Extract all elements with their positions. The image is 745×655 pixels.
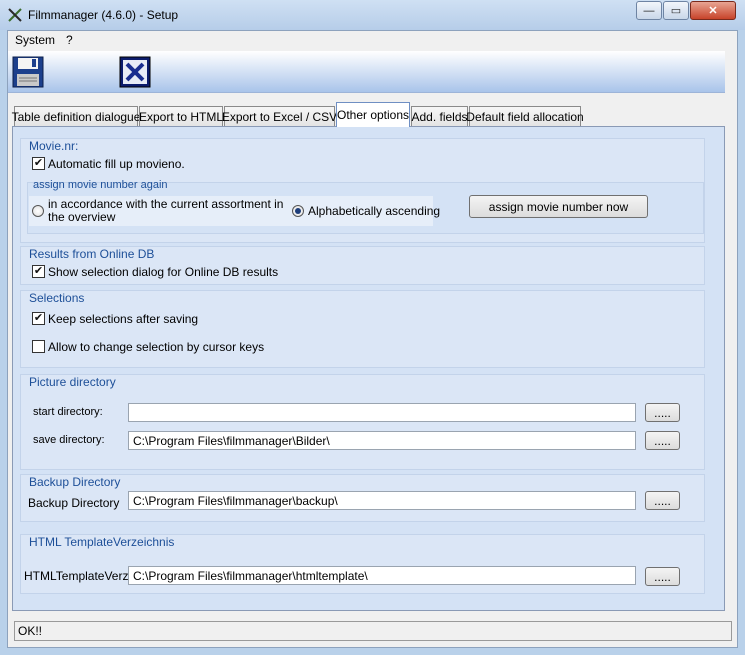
floppy-disk-icon: [12, 56, 44, 88]
cursor-keys-checkbox[interactable]: [32, 340, 45, 353]
picture-directory-group: [20, 374, 705, 470]
start-directory-input[interactable]: [128, 403, 636, 422]
close-x-icon: [119, 56, 151, 88]
close-setup-button[interactable]: [118, 55, 152, 89]
auto-fill-label: Automatic fill up movieno.: [48, 157, 185, 171]
backup-directory-title: Backup Directory: [29, 475, 121, 489]
show-dialog-label: Show selection dialog for Online DB resu…: [48, 265, 279, 279]
picture-directory-title: Picture directory: [29, 375, 116, 389]
toolbar: [8, 51, 725, 93]
maximize-button[interactable]: ▭: [663, 1, 689, 20]
tab-export-excel[interactable]: Export to Excel / CSV: [222, 106, 337, 127]
cursor-keys-label: Allow to change selection by cursor keys: [48, 340, 265, 354]
assortment-radio[interactable]: [32, 205, 44, 217]
backup-directory-browse-button[interactable]: .....: [645, 491, 680, 510]
alphabetical-radio[interactable]: [292, 205, 304, 217]
assortment-radio-label: in accordance with the current assortmen…: [48, 197, 284, 224]
html-template-label: HTMLTemplateVerz:: [24, 569, 132, 583]
save-directory-label: save directory:: [33, 434, 105, 446]
check-icon: ✔: [33, 312, 44, 324]
tab-default-field-allocation[interactable]: Default field allocation: [466, 106, 584, 127]
movie-nr-title: Movie.nr:: [29, 139, 79, 153]
filmmanager-app-icon: [8, 8, 22, 22]
html-template-browse-button[interactable]: .....: [645, 567, 680, 586]
keep-selections-checkbox[interactable]: ✔: [32, 312, 45, 325]
online-db-title: Results from Online DB: [29, 247, 155, 261]
show-dialog-checkbox[interactable]: ✔: [32, 265, 45, 278]
status-bar: OK!!: [14, 621, 732, 641]
selections-title: Selections: [29, 291, 85, 305]
keep-selections-label: Keep selections after saving: [48, 312, 199, 326]
start-directory-label: start directory:: [33, 406, 103, 418]
selections-group: [20, 290, 705, 368]
check-icon: ✔: [33, 265, 44, 277]
tab-add-fields[interactable]: Add. fields: [411, 106, 468, 127]
start-directory-browse-button[interactable]: .....: [645, 403, 680, 422]
html-template-input[interactable]: C:\Program Files\filmmanager\htmltemplat…: [128, 566, 636, 585]
alphabetical-radio-label: Alphabetically ascending: [308, 204, 441, 218]
tab-other-options[interactable]: Other options: [336, 102, 410, 127]
minimize-button[interactable]: —: [636, 1, 662, 20]
html-template-title: HTML TemplateVerzeichnis: [29, 535, 175, 549]
menu-bar: [8, 31, 737, 50]
backup-directory-input[interactable]: C:\Program Files\filmmanager\backup\: [128, 491, 636, 510]
menu-system[interactable]: System: [15, 33, 55, 47]
save-directory-browse-button[interactable]: .....: [645, 431, 680, 450]
save-button[interactable]: [11, 55, 45, 89]
assign-again-title: assign movie number again: [33, 179, 168, 191]
auto-fill-checkbox[interactable]: ✔: [32, 157, 45, 170]
menu-help[interactable]: ?: [66, 33, 73, 47]
tab-export-html[interactable]: Export to HTML: [139, 106, 223, 127]
assign-movie-number-button[interactable]: assign movie number now: [469, 195, 648, 218]
check-icon: ✔: [33, 157, 44, 169]
close-window-button[interactable]: ✕: [690, 1, 736, 20]
backup-directory-label: Backup Directory: [28, 496, 120, 510]
tab-table-definition[interactable]: Table definition dialogue: [12, 106, 140, 127]
window-title: Filmmanager (4.6.0) - Setup: [28, 8, 179, 22]
save-directory-input[interactable]: C:\Program Files\filmmanager\Bilder\: [128, 431, 636, 450]
